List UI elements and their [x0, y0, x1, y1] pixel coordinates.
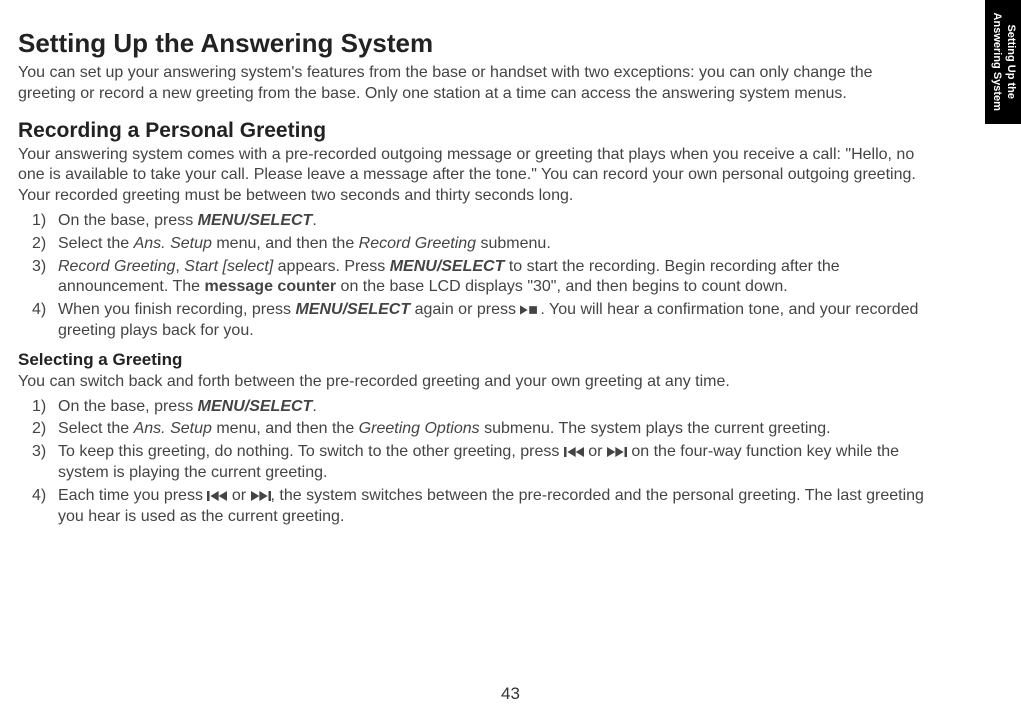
greeting-intro: Your answering system comes with a pre-r… — [18, 145, 932, 207]
side-tab: Setting Up the Answering System — [985, 0, 1021, 124]
side-tab-line2: Answering System — [991, 13, 1003, 111]
fast-forward-icon — [251, 490, 271, 502]
sel-step-3: To keep this greeting, do nothing. To sw… — [18, 442, 932, 484]
play-stop-icon — [520, 304, 540, 316]
page-content: Setting Up the Answering System You can … — [0, 0, 960, 527]
sel-step-1: On the base, press MENU/SELECT. — [18, 397, 932, 418]
sel-step-4: Each time you press or , the system swit… — [18, 486, 932, 528]
recording-steps: On the base, press MENU/SELECT. Select t… — [18, 211, 932, 342]
rewind-icon — [564, 446, 584, 458]
heading-setting-up: Setting Up the Answering System — [18, 28, 932, 59]
rewind-icon — [207, 490, 227, 502]
rec-step-3: Record Greeting, Start [select] appears.… — [18, 257, 932, 299]
page-number: 43 — [0, 684, 1021, 704]
rec-step-1: On the base, press MENU/SELECT. — [18, 211, 932, 232]
fast-forward-icon — [607, 446, 627, 458]
rec-step-4: When you finish recording, press MENU/SE… — [18, 300, 932, 342]
heading-recording-greeting: Recording a Personal Greeting — [18, 119, 932, 143]
sel-step-2: Select the Ans. Setup menu, and then the… — [18, 419, 932, 440]
side-tab-line1: Setting Up the — [1005, 25, 1017, 100]
rec-step-2: Select the Ans. Setup menu, and then the… — [18, 234, 932, 255]
heading-selecting-greeting: Selecting a Greeting — [18, 350, 932, 370]
intro-paragraph: You can set up your answering system's f… — [18, 63, 932, 105]
select-intro: You can switch back and forth between th… — [18, 372, 932, 393]
selecting-steps: On the base, press MENU/SELECT. Select t… — [18, 397, 932, 528]
